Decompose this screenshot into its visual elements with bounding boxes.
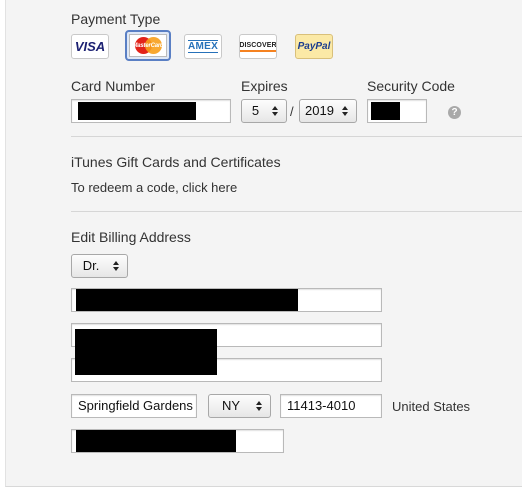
visa-card-option[interactable]: VISA (71, 34, 109, 59)
state-value: NY (221, 398, 241, 413)
city-value: Springfield Gardens (78, 398, 193, 413)
expires-separator: / (290, 104, 294, 119)
payment-form-panel: Payment Type VISA MasterCard AMEX DISCOV… (5, 0, 522, 487)
salutation-select[interactable]: Dr. (71, 254, 128, 278)
billing-address-heading: Edit Billing Address (71, 229, 191, 245)
select-arrows-icon (269, 106, 281, 116)
zip-value: 11413-4010 (287, 398, 356, 413)
expires-year-value: 2019 (305, 103, 334, 118)
name-field[interactable] (71, 288, 382, 312)
select-arrows-icon (110, 261, 122, 271)
discover-card-option[interactable]: DISCOVER (239, 34, 277, 59)
mastercard-card-option[interactable]: MasterCard (125, 30, 171, 61)
amex-logo-icon: AMEX (186, 38, 220, 55)
mastercard-logo-icon: MasterCard (129, 34, 167, 57)
phone-field[interactable] (71, 429, 284, 453)
discover-logo-icon: DISCOVER (240, 42, 276, 52)
help-icon[interactable]: ? (448, 106, 461, 119)
expires-month-value: 5 (251, 103, 260, 118)
expires-label: Expires (241, 78, 288, 94)
country-label: United States (392, 399, 471, 414)
expires-year-select[interactable]: 2019 (299, 99, 357, 123)
name-redaction (76, 289, 298, 311)
card-number-redaction (78, 102, 196, 120)
state-select[interactable]: NY (208, 394, 271, 418)
select-arrows-icon (253, 401, 265, 411)
select-arrows-icon (339, 106, 351, 116)
security-code-redaction (371, 102, 400, 120)
section-divider (71, 211, 522, 212)
card-number-field[interactable] (71, 99, 231, 123)
city-field[interactable]: Springfield Gardens (71, 394, 197, 418)
section-divider (71, 136, 522, 137)
paypal-card-option[interactable]: PayPal (295, 34, 333, 59)
visa-logo-icon: VISA (74, 39, 106, 54)
phone-redaction (76, 430, 236, 452)
amex-card-option[interactable]: AMEX (184, 34, 222, 59)
card-number-label: Card Number (71, 78, 156, 94)
address-redaction (75, 329, 217, 375)
security-code-label: Security Code (367, 78, 455, 94)
paypal-logo-icon: PayPal (297, 41, 331, 52)
zip-field[interactable]: 11413-4010 (280, 394, 382, 418)
redeem-code-link[interactable]: To redeem a code, click here (71, 180, 237, 195)
salutation-value: Dr. (82, 258, 100, 273)
expires-month-select[interactable]: 5 (241, 99, 287, 123)
security-code-field[interactable] (367, 99, 427, 123)
payment-type-heading: Payment Type (71, 11, 161, 27)
gift-cards-heading: iTunes Gift Cards and Certificates (71, 154, 281, 170)
